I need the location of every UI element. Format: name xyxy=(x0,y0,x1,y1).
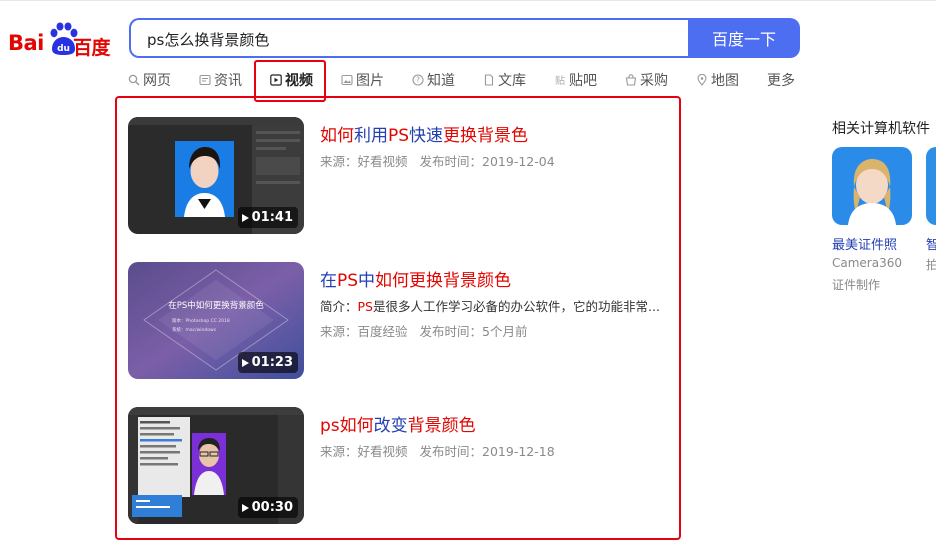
tab-video[interactable]: 视频 xyxy=(270,66,313,94)
thumb-line-text: 系统：mac/windows xyxy=(172,326,217,333)
map-icon xyxy=(697,74,707,86)
logo-text-baidu-cn: 百度 xyxy=(73,37,111,59)
logo-text-bai: Bai xyxy=(8,31,44,55)
title-part: ps如何 xyxy=(320,416,374,436)
tab-map-label: 地图 xyxy=(711,73,739,89)
video-result: 00:30 ps如何改变背景颜色 来源：好看视频 发布时间：2019-12-18 xyxy=(128,407,680,527)
title-part: 如何更换背景颜色 xyxy=(375,271,512,291)
play-icon xyxy=(241,503,249,512)
title-part: 利用 xyxy=(354,126,388,146)
tieba-icon: 贴 xyxy=(555,74,565,86)
duration-text: 01:41 xyxy=(251,210,293,225)
thumb-title-text: 在PS中如何更换背景颜色 xyxy=(168,300,264,311)
result-source: 来源：好看视频 xyxy=(320,154,408,169)
tab-purchase-label: 采购 xyxy=(640,73,668,89)
title-part: 如何 xyxy=(320,126,354,146)
tab-more-label: 更多 xyxy=(767,73,795,89)
result-title-link[interactable]: 在PS中如何更换背景颜色 xyxy=(320,266,511,291)
video-icon xyxy=(270,74,282,86)
desc-text: 是很多人工作学习必备的办公软件，它的功能非常... xyxy=(373,299,660,314)
video-duration: 00:30 xyxy=(237,497,298,518)
title-part: PS xyxy=(337,271,359,291)
video-thumbnail[interactable]: 00:30 xyxy=(128,407,304,524)
tab-news-label: 资讯 xyxy=(214,73,242,89)
tab-web[interactable]: 网页 xyxy=(128,66,171,94)
result-title-link[interactable]: ps如何改变背景颜色 xyxy=(320,411,476,436)
tab-wenku-label: 文库 xyxy=(498,73,526,89)
result-title-link[interactable]: 如何利用PS快速更换背景色 xyxy=(320,121,528,146)
tab-zhidao-label: 知道 xyxy=(427,73,455,89)
related-app-card[interactable]: 智 拍 xyxy=(926,147,936,297)
search-box xyxy=(129,18,689,58)
tab-zhidao[interactable]: ? 知道 xyxy=(412,66,455,94)
tab-video-label: 视频 xyxy=(285,73,313,89)
svg-text:贴: 贴 xyxy=(555,74,565,86)
tab-images-label: 图片 xyxy=(356,73,384,89)
play-icon xyxy=(241,213,249,222)
question-icon: ? xyxy=(412,74,424,86)
tab-more[interactable]: 更多 xyxy=(767,66,795,94)
video-thumbnail[interactable]: 01:41 xyxy=(128,117,304,234)
shop-icon xyxy=(625,74,637,86)
result-meta: 来源：百度经验 发布时间：5个月前 xyxy=(320,321,527,340)
result-meta: 来源：好看视频 发布时间：2019-12-18 xyxy=(320,441,555,460)
tab-tieba[interactable]: 贴 贴吧 xyxy=(554,66,597,94)
baidu-logo[interactable]: Bai du 百度 xyxy=(8,22,113,62)
video-result: 01:41 如何利用PS快速更换背景色 来源：好看视频 发布时间：2019-12-… xyxy=(128,117,680,237)
result-description: 简介：PS是很多人工作学习必备的办公软件，它的功能非常... xyxy=(320,296,680,315)
search-button[interactable]: 百度一下 xyxy=(688,18,800,58)
top-divider xyxy=(0,0,936,1)
video-duration: 01:41 xyxy=(237,207,298,228)
related-app-card[interactable]: 最美证件照 Camera360 证件制作 xyxy=(832,147,914,292)
title-part: 在 xyxy=(320,271,337,291)
tab-wenku[interactable]: 文库 xyxy=(483,66,526,94)
title-part: 更换背景色 xyxy=(443,126,529,146)
paw-text: du xyxy=(57,44,70,54)
result-source: 来源：好看视频 xyxy=(320,444,408,459)
result-source: 来源：百度经验 xyxy=(320,324,408,339)
app-name-link[interactable]: 智 xyxy=(926,234,936,253)
related-software-title: 相关计算机软件 xyxy=(832,121,930,137)
tab-map[interactable]: 地图 xyxy=(696,66,739,94)
title-part: 背景颜色 xyxy=(407,416,476,436)
video-result: 在PS中如何更换背景颜色 版本：Photoshop CC 2018 系统：mac… xyxy=(128,262,680,382)
tab-images[interactable]: 图片 xyxy=(341,66,384,94)
image-icon xyxy=(341,74,353,86)
app-subtitle: 拍 xyxy=(926,258,936,272)
result-published: 发布时间：2019-12-04 xyxy=(419,154,555,169)
video-duration: 01:23 xyxy=(237,352,298,373)
app-icon[interactable] xyxy=(926,147,936,225)
desc-prefix: 简介： xyxy=(320,299,358,314)
play-icon xyxy=(241,358,249,367)
video-thumbnail[interactable]: 在PS中如何更换背景颜色 版本：Photoshop CC 2018 系统：mac… xyxy=(128,262,304,379)
result-meta: 来源：好看视频 发布时间：2019-12-04 xyxy=(320,151,555,170)
title-part: 中 xyxy=(358,271,376,291)
app-subtitle: Camera360 xyxy=(832,256,902,270)
tab-tieba-label: 贴吧 xyxy=(569,73,597,89)
title-part: PS xyxy=(388,126,410,146)
tab-purchase[interactable]: 采购 xyxy=(625,66,668,94)
desc-highlight: PS xyxy=(357,299,373,314)
result-published: 发布时间：5个月前 xyxy=(419,324,528,339)
svg-text:?: ? xyxy=(416,76,420,85)
search-input[interactable] xyxy=(145,20,679,58)
tab-web-label: 网页 xyxy=(143,73,171,89)
news-icon xyxy=(199,74,211,86)
app-category: 证件制作 xyxy=(832,278,881,292)
app-portrait-image xyxy=(832,147,912,225)
duration-text: 01:23 xyxy=(251,355,293,370)
title-part: 快速 xyxy=(409,126,444,146)
result-published: 发布时间：2019-12-18 xyxy=(419,444,555,459)
duration-text: 00:30 xyxy=(251,500,293,515)
thumb-line-text: 版本：Photoshop CC 2018 xyxy=(172,317,230,324)
title-part: 改变 xyxy=(373,416,408,436)
app-icon[interactable] xyxy=(832,147,912,225)
doc-icon xyxy=(484,74,494,86)
app-name-link[interactable]: 最美证件照 xyxy=(832,234,897,253)
tab-news[interactable]: 资讯 xyxy=(199,66,242,94)
search-icon xyxy=(128,74,140,86)
